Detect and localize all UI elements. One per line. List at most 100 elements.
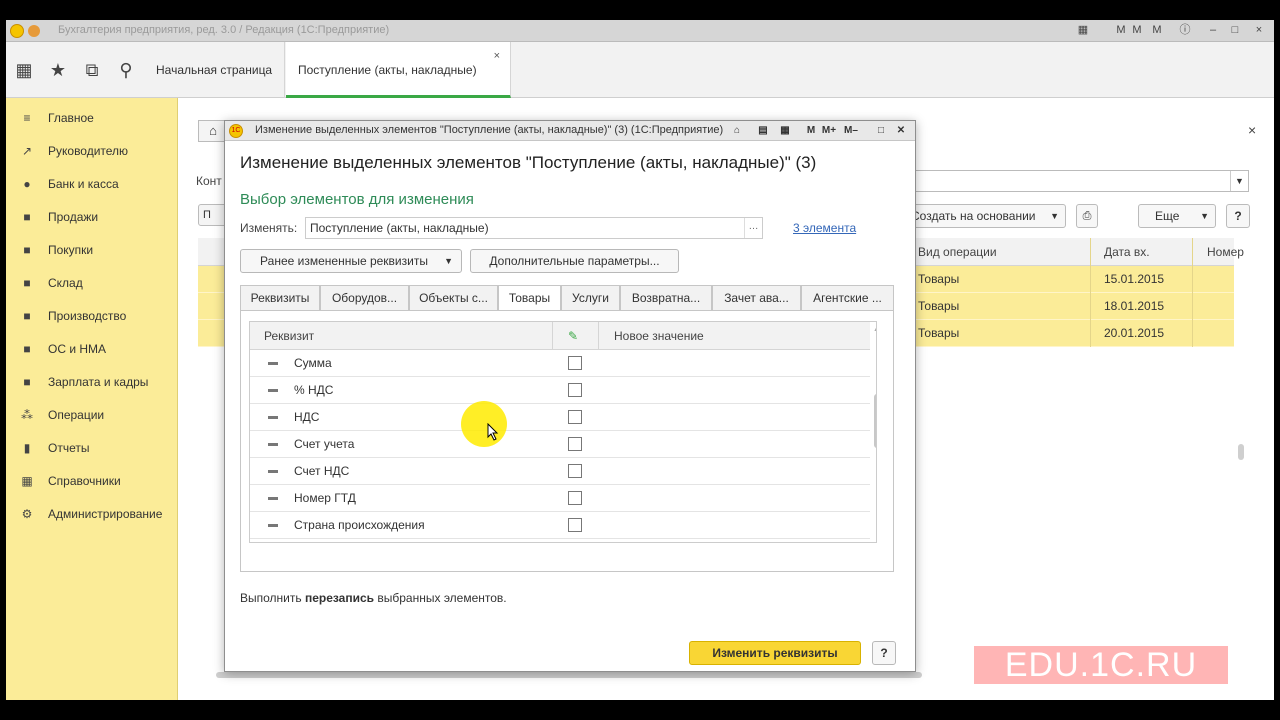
tab-equipment[interactable]: Оборудов... bbox=[320, 285, 409, 311]
create-based-on-button[interactable]: Создать на основании ▼ bbox=[902, 204, 1066, 228]
grid-scrollbar[interactable]: ▲ bbox=[873, 326, 876, 532]
button-label: Ранее измененные реквизиты bbox=[260, 254, 428, 268]
change-type-input[interactable]: Поступление (акты, накладные) … bbox=[305, 217, 763, 239]
column-header[interactable]: Дата вх. bbox=[1104, 245, 1150, 259]
change-checkbox[interactable] bbox=[568, 437, 582, 451]
sidebar-item-assets[interactable]: ■ ОС и НМА bbox=[6, 335, 178, 363]
grid-row[interactable]: Счет учета bbox=[250, 431, 870, 458]
tab-construction[interactable]: Объекты с... bbox=[409, 285, 498, 311]
print-icon[interactable]: ⎙ bbox=[1076, 204, 1098, 228]
sidebar-item-catalogs[interactable]: ▦ Справочники bbox=[6, 467, 178, 495]
date-cell: 20.01.2015 bbox=[1104, 326, 1165, 340]
info-icon[interactable]: ⓘ bbox=[1178, 23, 1192, 38]
scroll-up-icon[interactable]: ▲ bbox=[873, 326, 876, 333]
grid-row[interactable]: НДС bbox=[250, 404, 870, 431]
memory-m-icon[interactable]: M bbox=[803, 123, 819, 139]
people-icon: ■ bbox=[23, 375, 31, 389]
sidebar-item-bank[interactable]: ● Банк и касса bbox=[6, 170, 178, 198]
sidebar-item-salary[interactable]: ■ Зарплата и кадры bbox=[6, 368, 178, 396]
grid-row[interactable]: Страна происхождения bbox=[250, 512, 870, 539]
close-tab-icon[interactable]: × bbox=[494, 28, 500, 84]
reports-icon: ▮ bbox=[23, 441, 31, 455]
minus-icon bbox=[268, 524, 278, 527]
chevron-down-icon[interactable]: ▼ bbox=[1230, 171, 1248, 191]
minimize-icon[interactable]: – bbox=[1206, 23, 1220, 38]
link-icon[interactable]: ⌂ bbox=[729, 123, 745, 139]
memory-m-icon[interactable]: M bbox=[1114, 23, 1128, 38]
sidebar-item-sales[interactable]: ■ Продажи bbox=[6, 203, 178, 231]
chart-up-icon: ↗ bbox=[21, 144, 33, 158]
list-icon[interactable]: ▤ bbox=[755, 123, 771, 139]
calendar-icon[interactable]: ▦ bbox=[777, 123, 793, 139]
calendar-icon[interactable]: ▦ bbox=[1076, 23, 1090, 38]
tab-advances[interactable]: Зачет ава... bbox=[712, 285, 801, 311]
input-value: Поступление (акты, накладные) bbox=[310, 221, 489, 235]
more-button[interactable]: Еще ▼ bbox=[1138, 204, 1216, 228]
tab-agent[interactable]: Агентские ... bbox=[801, 285, 894, 311]
additional-params-button[interactable]: Дополнительные параметры... bbox=[470, 249, 679, 273]
sidebar-item-purchases[interactable]: ■ Покупки bbox=[6, 236, 178, 264]
elements-count-link[interactable]: 3 элемента bbox=[793, 221, 856, 235]
sidebar-item-director[interactable]: ↗ Руководителю bbox=[6, 137, 178, 165]
sidebar-item-label: Справочники bbox=[48, 474, 121, 488]
grid-row[interactable]: % НДС bbox=[250, 377, 870, 404]
sidebar-item-admin[interactable]: ⚙ Администрирование bbox=[6, 500, 178, 528]
help-button[interactable]: ? bbox=[1226, 204, 1250, 228]
footer-note: Выполнить перезапись выбранных элементов… bbox=[240, 591, 507, 605]
sidebar-item-warehouse[interactable]: ■ Склад bbox=[6, 269, 178, 297]
search-icon[interactable]: ⚲ bbox=[112, 56, 140, 84]
memory-mminus-icon[interactable]: M bbox=[1150, 23, 1164, 38]
memory-mplus-icon[interactable]: M+ bbox=[821, 123, 837, 139]
vertical-scrollbar[interactable] bbox=[1238, 444, 1244, 460]
grid-row[interactable]: Номер ГТД bbox=[250, 485, 870, 512]
close-dialog-icon[interactable]: ✕ bbox=[893, 123, 909, 139]
previously-changed-button[interactable]: Ранее измененные реквизиты ▼ bbox=[240, 249, 462, 273]
apps-icon[interactable]: ▦ bbox=[10, 56, 38, 84]
watermark: EDU.1C.RU bbox=[974, 646, 1228, 684]
tab-services[interactable]: Услуги bbox=[561, 285, 620, 311]
tab-returnable[interactable]: Возвратна... bbox=[620, 285, 712, 311]
horizontal-scrollbar[interactable] bbox=[216, 672, 922, 678]
change-checkbox[interactable] bbox=[568, 410, 582, 424]
requisite-name: % НДС bbox=[294, 383, 334, 397]
sidebar-item-operations[interactable]: ⁂ Операции bbox=[6, 401, 178, 429]
title-bar: Бухгалтерия предприятия, ред. 3.0 / Реда… bbox=[6, 20, 1274, 42]
button-label: Еще bbox=[1155, 209, 1180, 223]
change-checkbox[interactable] bbox=[568, 491, 582, 505]
dialog-subheading: Выбор элементов для изменения bbox=[240, 191, 474, 208]
tab-receipts[interactable]: Поступление (акты, накладные) × bbox=[286, 42, 511, 98]
select-ellipsis-icon[interactable]: … bbox=[744, 218, 762, 238]
grid-row[interactable]: Сумма bbox=[250, 350, 870, 377]
column-header[interactable]: Новое значение bbox=[614, 329, 704, 343]
counterparty-input[interactable]: ▼ bbox=[912, 170, 1249, 192]
menu-icon[interactable] bbox=[28, 25, 40, 37]
tab-home[interactable]: Начальная страница bbox=[144, 42, 286, 98]
sidebar-item-label: Банк и касса bbox=[48, 177, 119, 191]
memory-mminus-icon[interactable]: M– bbox=[843, 123, 859, 139]
grid-row[interactable]: Счет НДС bbox=[250, 458, 870, 485]
sidebar-item-main[interactable]: ≡ Главное bbox=[6, 104, 178, 132]
history-icon[interactable]: ⧉ bbox=[78, 56, 106, 84]
column-header[interactable]: Вид операции bbox=[918, 245, 997, 259]
maximize-icon[interactable]: □ bbox=[1228, 23, 1242, 38]
help-button[interactable]: ? bbox=[872, 641, 896, 665]
memory-mplus-icon[interactable]: M bbox=[1130, 23, 1144, 38]
close-window-icon[interactable]: × bbox=[1252, 23, 1266, 38]
column-divider bbox=[1090, 238, 1091, 347]
change-requisites-button[interactable]: Изменить реквизиты bbox=[689, 641, 861, 665]
column-header[interactable]: Номер bbox=[1207, 245, 1244, 259]
change-checkbox[interactable] bbox=[568, 383, 582, 397]
sidebar-item-production[interactable]: ■ Производство bbox=[6, 302, 178, 330]
change-checkbox[interactable] bbox=[568, 518, 582, 532]
sidebar-item-reports[interactable]: ▮ Отчеты bbox=[6, 434, 178, 462]
basket-icon: ■ bbox=[23, 243, 31, 257]
column-header[interactable]: Реквизит bbox=[264, 329, 314, 343]
change-checkbox[interactable] bbox=[568, 464, 582, 478]
tab-requisites[interactable]: Реквизиты bbox=[240, 285, 320, 311]
star-icon[interactable]: ★ bbox=[44, 56, 72, 84]
tab-goods[interactable]: Товары bbox=[498, 285, 561, 311]
change-checkbox[interactable] bbox=[568, 356, 582, 370]
maximize-icon[interactable]: □ bbox=[873, 123, 889, 139]
scroll-thumb[interactable] bbox=[874, 394, 876, 448]
close-form-icon[interactable]: × bbox=[1248, 122, 1256, 138]
